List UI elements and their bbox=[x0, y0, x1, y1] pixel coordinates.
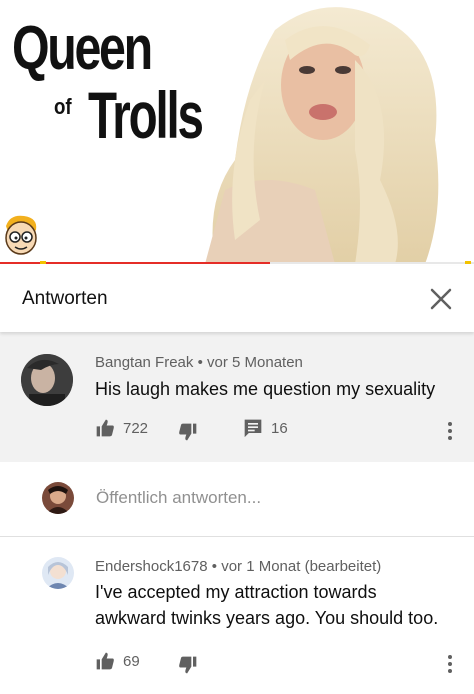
more-options-icon[interactable] bbox=[447, 420, 453, 440]
channel-cartoon-icon bbox=[5, 215, 37, 255]
meta-separator: • bbox=[197, 354, 203, 371]
dislike-button[interactable] bbox=[178, 422, 198, 442]
video-progress-bar[interactable] bbox=[0, 261, 474, 264]
video-title-queen: Queen bbox=[12, 14, 153, 83]
ad-marker bbox=[465, 261, 471, 264]
avatar-image bbox=[21, 354, 73, 406]
video-title-of: of bbox=[54, 94, 72, 119]
meta-separator: • bbox=[211, 558, 218, 575]
comment-text-line2: awkward twinks years ago. You should too… bbox=[95, 608, 439, 628]
reply-input[interactable]: Öffentlich antworten... bbox=[96, 488, 261, 508]
video-title-trolls: Trolls bbox=[88, 78, 204, 152]
like-button[interactable]: 69 bbox=[95, 651, 140, 671]
thumbs-down-icon bbox=[179, 656, 197, 674]
thumbs-down-icon bbox=[179, 423, 197, 441]
like-count: 722 bbox=[123, 419, 149, 437]
user-avatar-image bbox=[42, 482, 74, 514]
more-options-icon[interactable] bbox=[447, 653, 453, 673]
ad-marker bbox=[40, 261, 46, 264]
thumbs-up-icon bbox=[96, 419, 114, 437]
dislike-button[interactable] bbox=[178, 655, 198, 675]
video-player[interactable]: Queen of Trolls bbox=[0, 0, 474, 264]
like-count: 69 bbox=[123, 652, 140, 670]
reply-avatar-image bbox=[42, 557, 74, 589]
comment-icon bbox=[244, 419, 262, 438]
comment-meta: Bangtan Freak • vor 5 Monaten bbox=[95, 354, 303, 371]
reply-comment: Endershock1678 • vor 1 Monat (bearbeitet… bbox=[0, 537, 474, 694]
comment-author[interactable]: Endershock1678 bbox=[95, 558, 208, 575]
replies-panel-header: Antworten bbox=[0, 266, 474, 332]
reply-input-row: Öffentlich antworten... bbox=[0, 462, 474, 537]
parent-comment: Bangtan Freak • vor 5 Monaten His laugh … bbox=[0, 332, 474, 462]
comment-text: His laugh makes me question my sexuality bbox=[95, 379, 436, 399]
close-icon[interactable] bbox=[428, 286, 454, 312]
reply-count: 16 bbox=[271, 419, 288, 437]
comment-meta: Endershock1678 • vor 1 Monat (bearbeitet… bbox=[95, 558, 381, 575]
reply-count-button[interactable]: 16 bbox=[243, 418, 288, 438]
panel-title: Antworten bbox=[22, 288, 108, 309]
video-person-image bbox=[205, 7, 439, 264]
comment-author[interactable]: Bangtan Freak bbox=[95, 354, 193, 371]
thumbs-up-icon bbox=[96, 652, 114, 670]
like-button[interactable]: 722 bbox=[95, 418, 148, 438]
comment-time: vor 1 Monat (bearbeitet) bbox=[221, 558, 382, 575]
avatar[interactable] bbox=[42, 557, 74, 589]
avatar bbox=[42, 482, 74, 514]
avatar[interactable] bbox=[21, 354, 73, 406]
comment-time: vor 5 Monaten bbox=[207, 354, 303, 371]
comment-text-line1: I've accepted my attraction towards bbox=[95, 582, 377, 602]
